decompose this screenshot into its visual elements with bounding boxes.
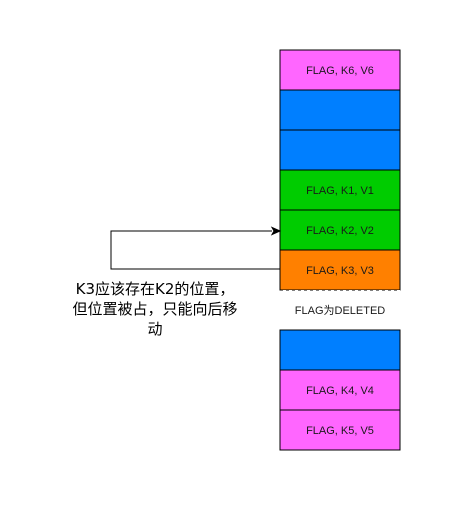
hash-table-diagram: FLAG, K6, V6 FLAG, K1, V1 FLAG, K2, V2 FLAG… — [110, 49, 401, 451]
slot-3-label: FLAG, K1, V1 — [306, 185, 374, 197]
probe-arrow — [110, 230, 280, 270]
slot-1-box — [279, 89, 401, 131]
probe-arrowhead — [270, 226, 282, 236]
slot-2 — [279, 129, 401, 171]
collision-note: K3应该存在K2的位置， 但位置被占，只能向后移 动 — [40, 279, 270, 339]
slot-9: FLAG, K5, V5 — [279, 409, 401, 451]
hash-table-slots: FLAG, K6, V6 FLAG, K1, V1 FLAG, K2, V2 FLAG… — [279, 49, 401, 451]
slot-0: FLAG, K6, V6 — [279, 49, 401, 91]
collision-note-line-2: 但位置被占，只能向后移 — [72, 300, 238, 318]
slot-1 — [279, 89, 401, 131]
slot-4-label: FLAG, K2, V2 — [306, 225, 374, 237]
slot-8: FLAG, K4, V4 — [279, 369, 401, 411]
slot-6: FLAG为DELETED — [280, 289, 400, 331]
slot-0-label: FLAG, K6, V6 — [306, 65, 374, 77]
slot-4: FLAG, K2, V2 — [279, 209, 401, 251]
collision-note-line-3: 动 — [147, 320, 163, 338]
slot-7-box — [279, 329, 401, 371]
collision-note-line-1: K3应该存在K2的位置， — [75, 280, 235, 298]
slot-5: FLAG, K3, V3 — [279, 249, 401, 291]
slot-9-label: FLAG, K5, V5 — [306, 425, 374, 437]
slot-3: FLAG, K1, V1 — [279, 169, 401, 211]
slot-5-label: FLAG, K3, V3 — [306, 265, 374, 277]
slot-8-label: FLAG, K4, V4 — [306, 385, 374, 397]
slot-6-label: FLAG为DELETED — [295, 304, 386, 317]
slot-2-box — [279, 129, 401, 171]
slot-7 — [279, 329, 401, 371]
